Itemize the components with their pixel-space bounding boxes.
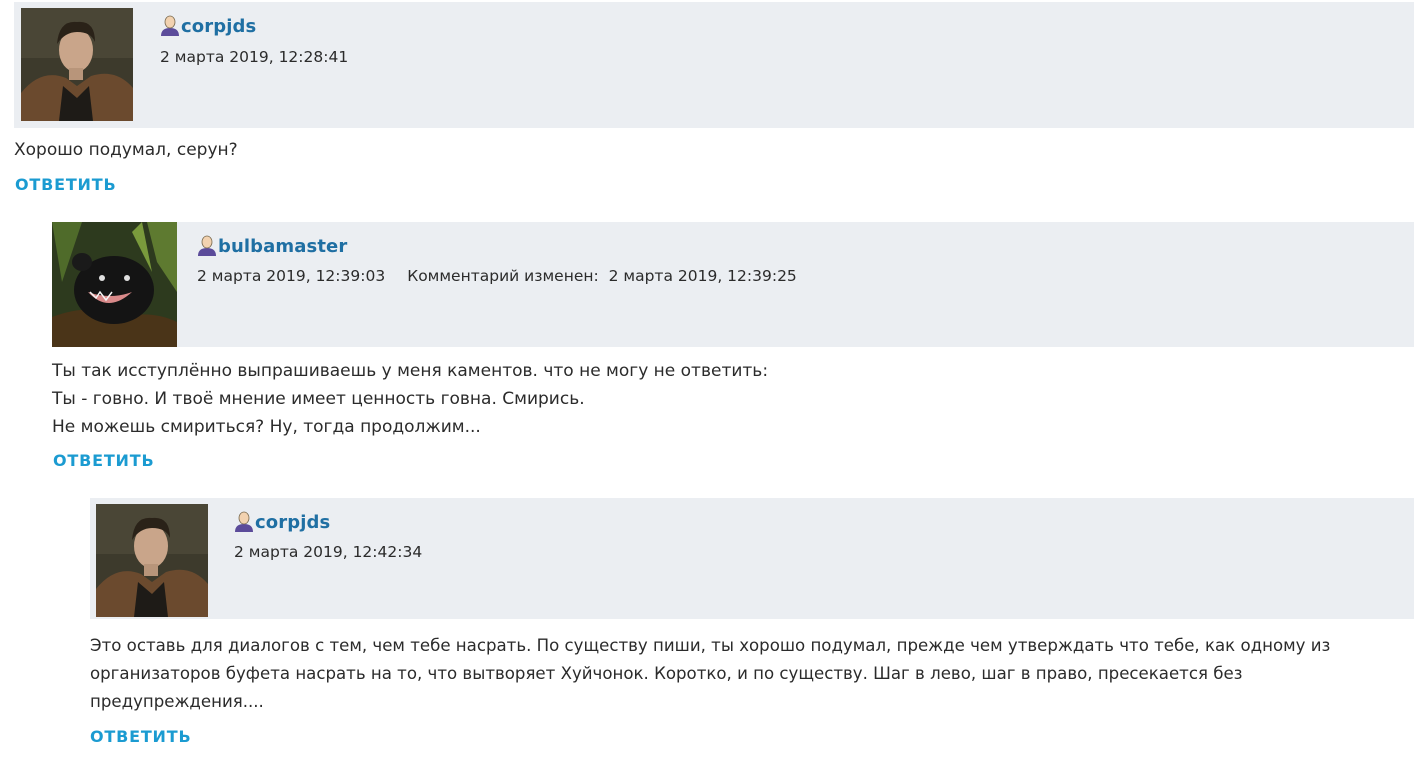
- user-icon: [235, 511, 253, 532]
- comment-text-line: Ты - говно. И твоё мнение имеет ценность…: [52, 389, 585, 409]
- man-portrait-avatar-icon: [96, 504, 208, 617]
- man-portrait-avatar-icon: [21, 8, 133, 121]
- comment-header: bulbamaster 2 марта 2019, 12:39:03 Коммен…: [52, 222, 1414, 347]
- binturong-animal-avatar-icon: [52, 222, 177, 347]
- comment-date: 2 марта 2019, 12:42:34: [234, 543, 423, 561]
- comment-meta: 2 марта 2019, 12:42:34: [234, 543, 422, 561]
- comment-text-line: Хорошо подумал, серун?: [14, 140, 238, 160]
- comment-body: Хорошо подумал, серун?: [14, 136, 1404, 164]
- comment-body: Это оставь для диалогов с тем, чем тебе …: [90, 632, 1408, 716]
- username-link[interactable]: bulbamaster: [218, 236, 347, 257]
- comment-header: corpjds 2 марта 2019, 12:28:41: [14, 2, 1414, 128]
- comment-header: corpjds 2 марта 2019, 12:42:34: [90, 498, 1414, 619]
- comment-text-line: Это оставь для диалогов с тем, чем тебе …: [90, 636, 1331, 655]
- user-avatar[interactable]: [52, 222, 177, 347]
- user-avatar[interactable]: [21, 8, 133, 121]
- reply-button[interactable]: ОТВЕТИТЬ: [53, 451, 154, 470]
- user-icon: [161, 15, 179, 36]
- comment-text-line: предупреждения....: [90, 692, 264, 711]
- comment: bulbamaster 2 марта 2019, 12:39:03 Коммен…: [52, 222, 1414, 470]
- comment-body: Ты так исступлённо выпрашиваешь у меня к…: [52, 357, 1402, 441]
- edited-date: 2 марта 2019, 12:39:25: [608, 267, 797, 285]
- comment-text-line: Ты так исступлённо выпрашиваешь у меня к…: [52, 361, 769, 381]
- comment: corpjds 2 марта 2019, 12:42:34 Это остав…: [90, 498, 1414, 746]
- comment-date: 2 марта 2019, 12:39:03: [197, 267, 386, 285]
- reply-button[interactable]: ОТВЕТИТЬ: [90, 727, 191, 746]
- comment-meta: 2 марта 2019, 12:28:41: [160, 48, 348, 66]
- username-link[interactable]: corpjds: [255, 512, 330, 533]
- user-line: corpjds: [234, 510, 330, 534]
- comment-text-line: организаторов буфета насрать на то, что …: [90, 664, 1243, 683]
- reply-button[interactable]: ОТВЕТИТЬ: [15, 175, 116, 194]
- user-avatar[interactable]: [96, 504, 208, 617]
- comment-meta: 2 марта 2019, 12:39:03 Комментарий измене…: [197, 267, 797, 285]
- user-line: corpjds: [160, 14, 256, 38]
- user-line: bulbamaster: [197, 234, 347, 258]
- edited-label: Комментарий изменен:: [407, 267, 599, 285]
- user-icon: [198, 235, 216, 256]
- username-link[interactable]: corpjds: [181, 16, 256, 37]
- comment: corpjds 2 марта 2019, 12:28:41 Хорошо по…: [14, 0, 1414, 194]
- comment-date: 2 марта 2019, 12:28:41: [160, 48, 349, 66]
- comment-text-line: Не можешь смириться? Ну, тогда продолжим…: [52, 417, 481, 437]
